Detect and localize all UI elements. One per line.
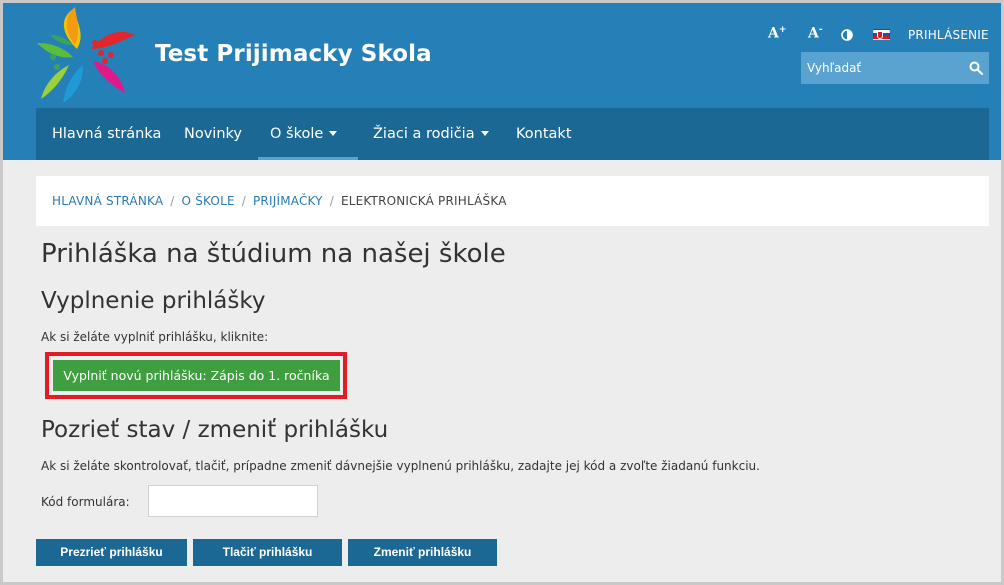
chevron-down-icon [480,131,489,136]
search-icon[interactable] [969,61,983,75]
nav-item-students-parents[interactable]: Žiaci a rodičia [373,108,489,160]
site-title[interactable]: Test Prijimacky Skola [155,41,432,67]
section-heading-view-change: Pozrieť stav / zmeniť prihlášku [41,417,389,443]
page-title: Prihláška na štúdium na našej škole [41,239,506,269]
search-input[interactable] [801,52,961,84]
breadcrumb-admissions[interactable]: PRIJÍMAČKY [253,194,323,208]
breadcrumb-separator: / [329,194,334,208]
breadcrumb-separator: / [241,194,246,208]
breadcrumb-separator: / [170,194,175,208]
breadcrumb-current: ELEKTRONICKÁ PRIHLÁŠKA [340,194,507,208]
slovak-flag-icon[interactable] [873,29,890,40]
font-decrease-button[interactable]: A- [808,25,823,42]
view-change-instructions: Ak si želáte skontrolovať, tlačiť, prípa… [41,459,760,473]
form-code-input[interactable] [148,485,318,517]
nav-item-about-school[interactable]: O škole [258,108,358,160]
change-application-button[interactable]: Zmeniť prihlášku [348,539,497,566]
site-header: Test Prijimacky Skola A+ A- PRIHLÁSENIE … [3,3,1001,160]
view-application-button[interactable]: Prezrieť prihlášku [36,539,187,566]
fill-instructions: Ak si želáte vyplniť prihlášku, kliknite… [41,330,269,344]
breadcrumb-about-school[interactable]: O ŠKOLE [182,194,235,208]
login-link[interactable]: PRIHLÁSENIE [908,28,989,42]
nav-item-news[interactable]: Novinky [184,108,242,160]
form-code-label: Kód formulára: [41,495,130,509]
print-application-button[interactable]: Tlačiť prihlášku [193,539,342,566]
nav-item-home[interactable]: Hlavná stránka [52,108,161,160]
school-logo-icon[interactable] [33,5,143,109]
font-increase-button[interactable]: A+ [768,25,786,42]
browser-frame: Test Prijimacky Skola A+ A- PRIHLÁSENIE … [0,0,1004,585]
nav-item-contact[interactable]: Kontakt [516,108,572,160]
search-box [801,52,989,84]
fill-new-application-button[interactable]: Vyplniť novú prihlášku: Zápis do 1. ročn… [53,360,340,391]
contrast-icon[interactable] [841,29,853,41]
section-heading-fill-application: Vyplnenie prihlášky [41,288,266,314]
breadcrumb: HLAVNÁ STRÁNKA / O ŠKOLE / PRIJÍMAČKY / ELEKTR… [36,176,989,226]
chevron-down-icon [329,131,338,136]
breadcrumb-home[interactable]: HLAVNÁ STRÁNKA [52,194,163,208]
main-navigation: Hlavná stránka Novinky O škole Žiaci a r… [36,108,989,160]
